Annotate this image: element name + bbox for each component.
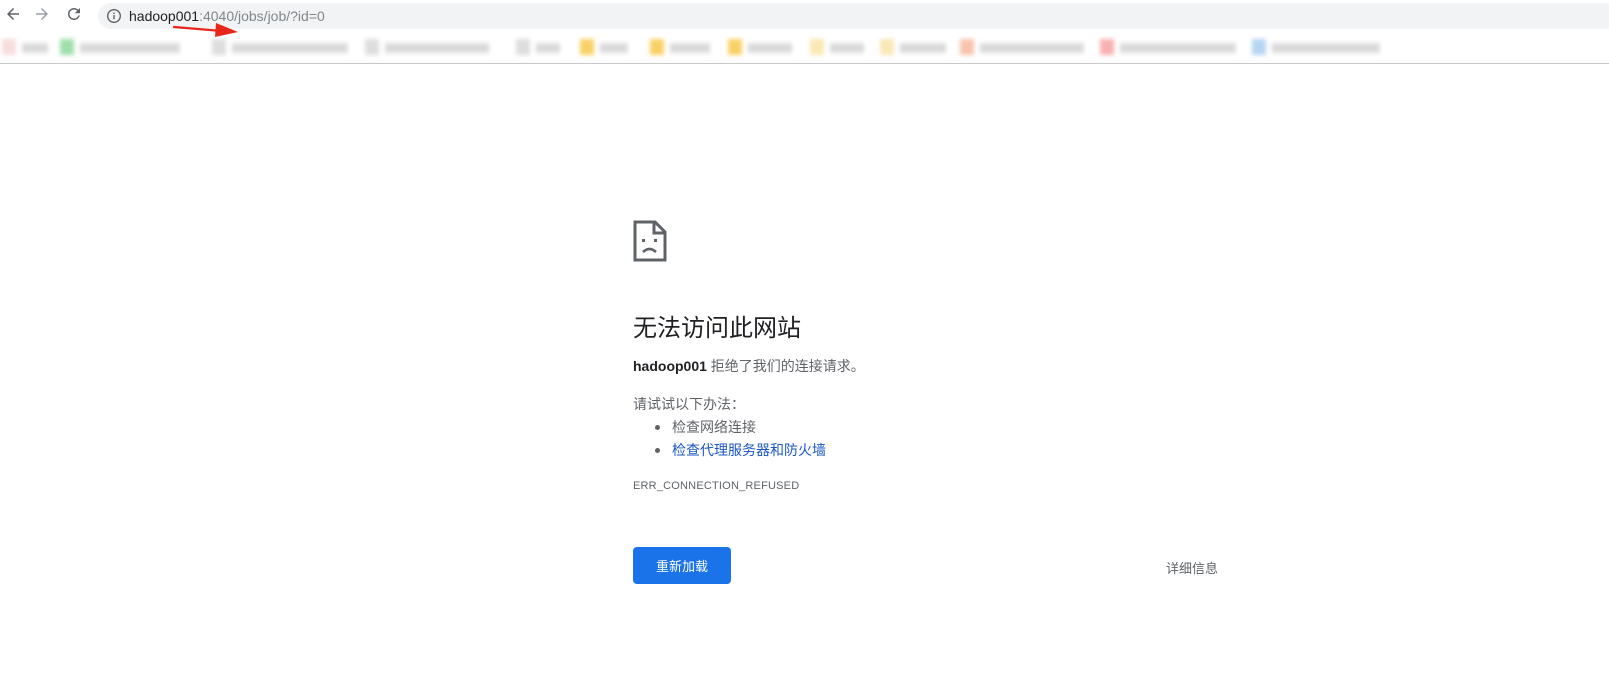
sad-page-icon [633, 220, 667, 262]
bookmark-folder[interactable] [516, 37, 564, 57]
bookmark-item[interactable] [2, 37, 50, 57]
toolbar-divider [0, 63, 1609, 64]
bookmark-icon [960, 39, 974, 55]
error-description-text: 拒绝了我们的连接请求。 [706, 358, 865, 374]
bookmark-item[interactable] [728, 37, 798, 57]
bookmark-icon [880, 39, 894, 55]
bookmark-item[interactable] [365, 37, 493, 57]
bookmark-icon [810, 39, 824, 55]
info-icon[interactable] [106, 8, 122, 24]
reload-page-button[interactable]: 重新加载 [633, 547, 731, 584]
arrow-right-icon [33, 5, 51, 28]
bookmark-icon [212, 39, 226, 55]
bookmark-icon [1252, 39, 1266, 55]
forward-button[interactable] [29, 3, 55, 29]
folder-icon [516, 39, 530, 55]
bookmark-item[interactable] [1252, 37, 1386, 57]
bookmark-item[interactable] [60, 37, 188, 57]
bookmark-item[interactable] [960, 37, 1090, 57]
suggestions-title: 请试试以下办法： [633, 396, 745, 412]
bookmark-folder[interactable] [650, 37, 716, 57]
bookmark-folder[interactable] [580, 37, 634, 57]
details-button[interactable]: 详细信息 [1166, 558, 1218, 577]
bookmark-icon [728, 39, 742, 55]
error-code: ERR_CONNECTION_REFUSED [633, 480, 800, 492]
bookmark-icon [1100, 39, 1114, 55]
bookmark-icon [2, 39, 16, 55]
address-bar[interactable]: hadoop001:4040/jobs/job/?id=0 [98, 3, 1609, 29]
arrow-left-icon [4, 5, 22, 28]
bookmark-item[interactable] [880, 37, 950, 57]
reload-icon [65, 5, 83, 28]
bookmark-item[interactable] [1100, 37, 1242, 57]
error-headline: 无法访问此网站 [633, 315, 801, 342]
browser-toolbar: hadoop001:4040/jobs/job/?id=0 [0, 0, 1609, 37]
reload-button[interactable] [61, 3, 87, 29]
folder-icon [580, 39, 594, 55]
bookmark-icon [365, 39, 379, 55]
error-host: hadoop001 [633, 358, 707, 374]
error-description: hadoop001 拒绝了我们的连接请求。 [633, 356, 865, 376]
bookmark-item[interactable] [212, 37, 352, 57]
suggestions-list: 检查网络连接 检查代理服务器和防火墙 [653, 416, 826, 462]
bookmark-icon [60, 39, 74, 55]
back-button[interactable] [0, 3, 26, 29]
bookmarks-bar [0, 33, 1390, 61]
bookmark-item[interactable] [810, 37, 868, 57]
suggestion-check-network: 检查网络连接 [653, 416, 826, 439]
folder-icon [650, 39, 664, 55]
suggestion-check-proxy-link[interactable]: 检查代理服务器和防火墙 [653, 439, 826, 462]
